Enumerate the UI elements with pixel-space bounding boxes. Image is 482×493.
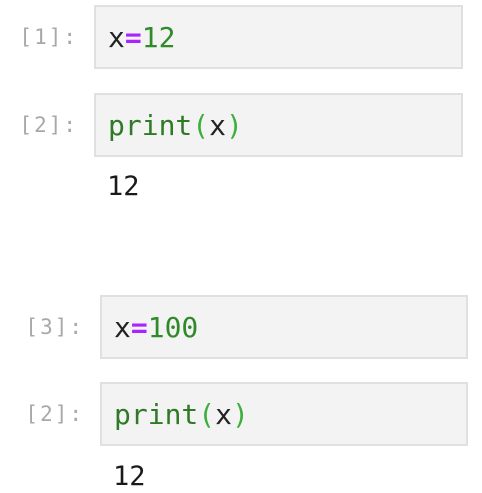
cell-prompt: [2]: <box>19 113 78 137</box>
code-variable: x <box>114 310 131 344</box>
code-paren-open: ( <box>192 108 210 142</box>
code-paren-close: ) <box>226 108 243 142</box>
code-paren-close: ) <box>232 397 249 431</box>
code-function: print <box>108 108 193 142</box>
code-operator: = <box>124 20 142 54</box>
code-cell[interactable]: print(x) <box>100 382 468 446</box>
cell-prompt: [1]: <box>19 25 78 49</box>
code-paren-open: ( <box>198 397 216 431</box>
code-cell[interactable]: x = 12 <box>94 5 463 69</box>
cell-output: 12 <box>107 171 140 202</box>
code-function: print <box>114 397 199 431</box>
code-argument: x <box>215 397 233 431</box>
code-cell[interactable]: print(x) <box>94 93 463 157</box>
cell-prompt: [3]: <box>25 315 84 339</box>
code-operator: = <box>130 310 148 344</box>
cell-prompt: [2]: <box>25 402 84 426</box>
code-variable: x <box>108 20 125 54</box>
code-number: 100 <box>147 310 199 344</box>
code-argument: x <box>209 108 227 142</box>
code-number: 12 <box>141 20 176 54</box>
cell-output: 12 <box>113 461 146 492</box>
code-cell[interactable]: x = 100 <box>100 295 468 359</box>
